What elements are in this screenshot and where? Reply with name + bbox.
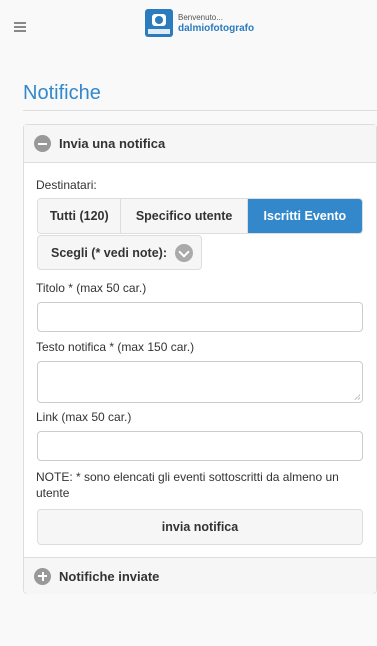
logo-greeting: Benvenuto... (178, 13, 223, 22)
send-notification-header-label: Invia una notifica (59, 136, 166, 151)
plus-circle-icon (34, 567, 51, 585)
chevron-down-icon (175, 244, 193, 262)
notification-panel: Invia una notifica Destinatari: Tutti (1… (23, 124, 377, 594)
send-notification-button[interactable]: invia notifica (37, 509, 363, 545)
segment-specifico-utente[interactable]: Specifico utente (121, 199, 248, 233)
text-textarea[interactable] (37, 361, 363, 403)
logo-text: Benvenuto... dalmiofotografo (178, 12, 254, 34)
minus-circle-icon (34, 135, 51, 152)
recipients-segmented-control: Tutti (120) Specifico utente Iscritti Ev… (37, 198, 363, 234)
title-input[interactable] (37, 302, 363, 332)
event-select-label: Scegli (* vedi note): (51, 245, 167, 260)
link-input[interactable] (37, 431, 363, 461)
note-text: NOTE: * sono elencati gli eventi sottosc… (36, 470, 339, 500)
camera-logo-icon (145, 9, 173, 37)
segment-iscritti-evento[interactable]: Iscritti Evento (247, 199, 362, 233)
segment-tutti[interactable]: Tutti (120) (38, 199, 122, 233)
sent-notifications-header[interactable]: Notifiche inviate (24, 557, 376, 594)
app-logo[interactable]: Benvenuto... dalmiofotografo (145, 9, 254, 37)
send-notification-header[interactable]: Invia una notifica (24, 125, 376, 163)
hamburger-icon[interactable] (14, 22, 26, 32)
text-field-label: Testo notifica * (max 150 car.) (36, 340, 195, 354)
logo-brand: dalmiofotografo (178, 23, 255, 34)
link-field-label: Link (max 50 car.) (36, 410, 132, 424)
title-divider (23, 110, 377, 111)
top-bar: Benvenuto... dalmiofotografo (0, 0, 377, 46)
title-field-label: Titolo * (max 50 car.) (36, 281, 147, 295)
event-select[interactable]: Scegli (* vedi note): (37, 235, 202, 270)
resize-handle-icon[interactable] (354, 394, 360, 400)
page-title: Notifiche (23, 82, 101, 104)
sent-notifications-header-label: Notifiche inviate (59, 568, 160, 584)
recipients-label: Destinatari: (36, 178, 97, 192)
